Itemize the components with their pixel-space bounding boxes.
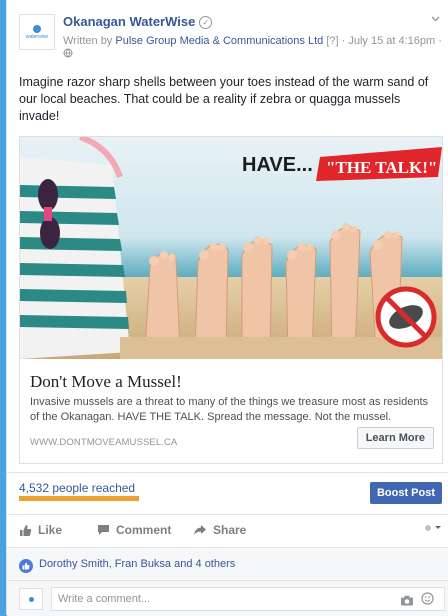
commenter-avatar — [19, 588, 43, 610]
page-name-line: Okanagan WaterWise ✓ — [63, 14, 213, 29]
divider — [7, 472, 448, 473]
boost-post-button[interactable]: Boost Post — [369, 482, 442, 504]
byline: Written by Pulse Group Media & Communica… — [63, 34, 448, 48]
chevron-down-icon[interactable] — [431, 14, 440, 24]
reaction-menu-icon[interactable] — [424, 524, 442, 535]
image-tagline: "THE TALK!" — [326, 158, 437, 177]
post-text: Imagine razor sharp shells between your … — [19, 75, 429, 123]
comment-label: Comment — [116, 523, 172, 537]
link-image[interactable]: HAVE... "THE TALK!" — [20, 137, 442, 359]
reach-highlight — [19, 496, 139, 501]
like-label: Like — [38, 523, 63, 537]
page-avatar[interactable]: waterwise — [19, 14, 55, 50]
globe-icon[interactable] — [63, 48, 73, 61]
logo-drop-icon — [33, 24, 41, 33]
thumbs-up-icon — [20, 524, 32, 536]
page-name[interactable]: Okanagan WaterWise — [63, 14, 195, 29]
divider — [7, 514, 448, 515]
like-reaction-icon — [19, 559, 33, 573]
byline-author[interactable]: Pulse Group Media & Communications Ltd — [115, 35, 323, 47]
comment-icon — [98, 525, 109, 535]
comment-input[interactable]: Write a comment... — [51, 587, 445, 611]
like-button[interactable]: Like — [19, 523, 62, 537]
logo-drop-icon — [28, 596, 34, 602]
reach-link[interactable]: 4,532 people reached — [19, 481, 135, 495]
share-label: Share — [213, 523, 247, 537]
link-domain: WWW.DONTMOVEAMUSSEL.CA — [30, 437, 178, 448]
share-icon — [194, 525, 206, 535]
byline-prefix: Written by — [63, 35, 116, 47]
likers-list[interactable]: Dorothy Smith, Fran Buksa and 4 others — [39, 558, 235, 570]
share-button[interactable]: Share — [193, 523, 246, 537]
avatar-text: waterwise — [25, 33, 49, 40]
link-preview[interactable]: HAVE... "THE TALK!" Don't Move a Mussel!… — [19, 136, 443, 464]
emoji-icon[interactable] — [421, 592, 434, 610]
byline-meta[interactable]: [?] · July 15 at 4:16pm · — [323, 35, 442, 47]
link-description: Invasive mussels are a threat to many of… — [30, 396, 429, 423]
post-header: waterwise Okanagan WaterWise ✓ Written by… — [19, 12, 448, 60]
camera-icon[interactable] — [400, 593, 414, 611]
link-title[interactable]: Don't Move a Mussel! — [30, 372, 182, 392]
image-headline: HAVE... — [242, 154, 313, 176]
action-bar: Like Comment Share — [19, 520, 448, 540]
learn-more-button[interactable]: Learn More — [356, 427, 434, 449]
post-card: waterwise Okanagan WaterWise ✓ Written by… — [6, 0, 448, 616]
comment-button[interactable]: Comment — [97, 523, 171, 537]
verified-icon: ✓ — [199, 16, 213, 29]
